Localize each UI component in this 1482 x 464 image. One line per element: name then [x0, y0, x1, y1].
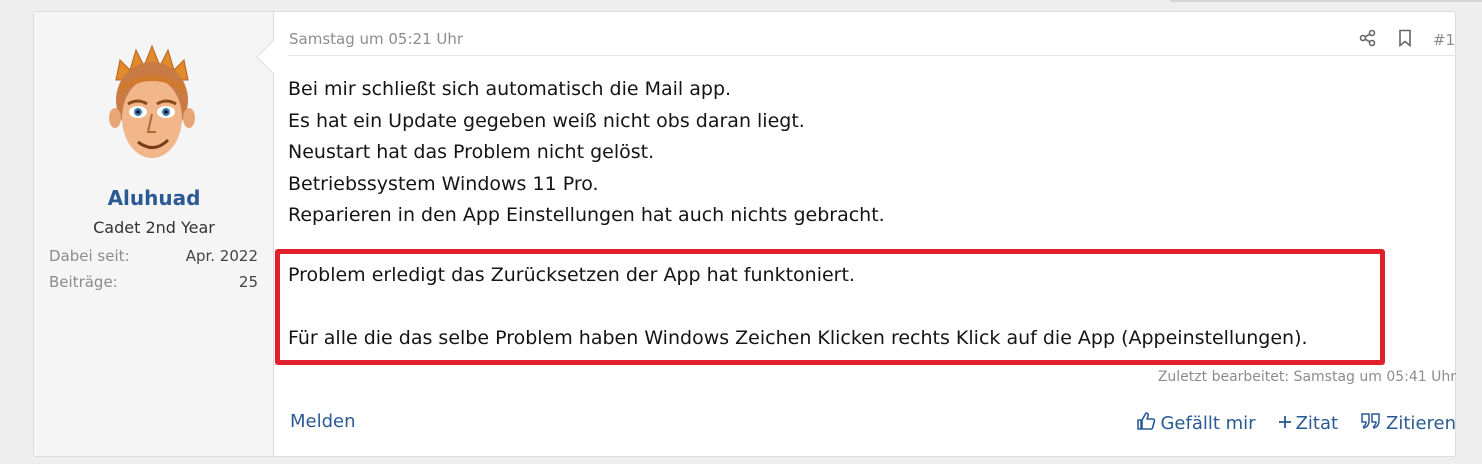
header-divider — [288, 55, 1456, 56]
posts-label: Beiträge: — [49, 273, 118, 291]
quote-label: Zitat — [1295, 413, 1339, 434]
joined-value: Apr. 2022 — [185, 247, 258, 265]
top-divider — [1170, 0, 1482, 2]
posts-value[interactable]: 25 — [239, 273, 258, 291]
highlight-line: Für alle die das selbe Problem haben Win… — [288, 327, 1308, 349]
quote-button[interactable]: Zitat — [1278, 411, 1338, 436]
quote-marks-icon — [1360, 412, 1382, 435]
report-link[interactable]: Melden — [290, 411, 356, 432]
user-title: Cadet 2nd Year — [93, 218, 215, 237]
joined-row: Dabei seit: Apr. 2022 — [49, 247, 258, 265]
body-line: Neustart hat das Problem nicht gelöst. — [288, 141, 655, 163]
like-button[interactable]: Gefällt mir — [1136, 411, 1256, 436]
body-line: Betriebssystem Windows 11 Pro. — [288, 172, 599, 195]
body-line: Bei mir schließt sich automatisch die Ma… — [288, 78, 732, 100]
thumbs-up-icon — [1136, 411, 1156, 436]
like-label: Gefällt mir — [1160, 413, 1256, 434]
username[interactable]: Aluhuad — [34, 186, 274, 210]
post-body: Bei mir schließt sich automatisch die Ma… — [288, 74, 885, 232]
plus-icon — [1278, 413, 1292, 434]
post-actions: Gefällt mir Zitat Zitieren — [1136, 411, 1456, 436]
avatar[interactable] — [102, 40, 202, 172]
highlight-line: Problem erledigt das Zurücksetzen der Ap… — [288, 264, 855, 286]
joined-label: Dabei seit: — [49, 247, 130, 265]
user-cell: Aluhuad Cadet 2nd Year Dabei seit: Apr. … — [34, 12, 274, 456]
posts-row: Beiträge: 25 — [49, 273, 258, 291]
post-content: Bei mir schließt sich automatisch die Ma… — [275, 11, 1456, 457]
reply-button[interactable]: Zitieren — [1360, 411, 1456, 436]
reply-label: Zitieren — [1386, 413, 1456, 434]
last-edited: Zuletzt bearbeitet: Samstag um 05:41 Uhr — [1157, 369, 1456, 385]
body-line: Es hat ein Update gegeben weiß nicht obs… — [288, 109, 805, 132]
body-line: Reparieren in den App Einstellungen hat … — [288, 204, 885, 226]
